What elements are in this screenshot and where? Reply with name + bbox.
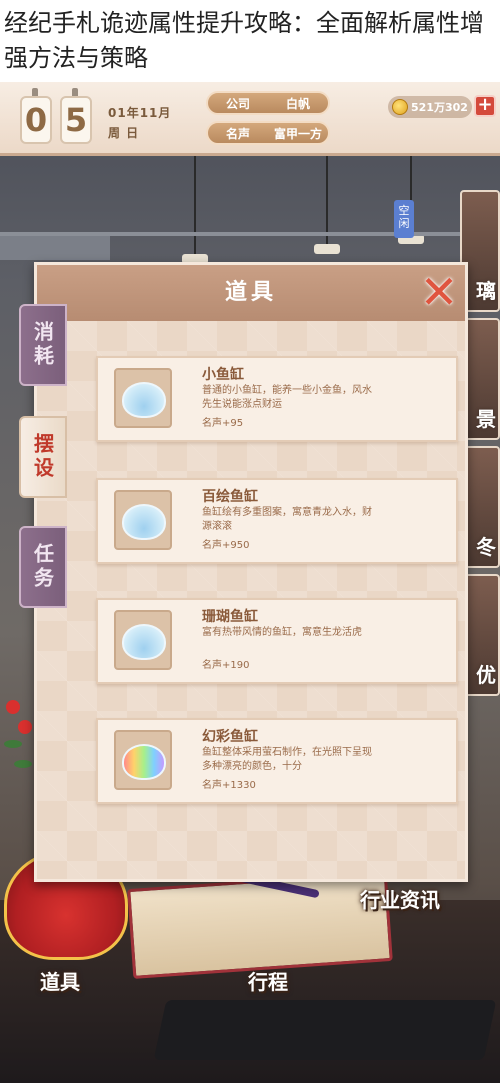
- ceiling-lamp: [314, 244, 340, 254]
- company-pill[interactable]: 公司 白帆: [206, 91, 330, 115]
- date-digit-card: 0: [20, 96, 52, 144]
- lamp-cord: [194, 156, 196, 256]
- coin-icon: [392, 99, 408, 115]
- wall-panel: [0, 232, 110, 260]
- item-name: 百绘鱼缸: [202, 489, 258, 505]
- item-description: 富有热带风情的鱼缸，寓意生龙活虎: [202, 627, 362, 638]
- add-money-button[interactable]: +: [474, 95, 496, 117]
- fishbowl-rainbow-icon: [114, 730, 172, 790]
- article-title: 经纪手札诡迹属性提升攻略：全面解析属性增强方法与策略: [0, 0, 500, 82]
- item-fame-stat: 名声+950: [202, 540, 250, 551]
- flower-icon: [18, 720, 32, 734]
- artist-name: 璃: [476, 279, 496, 303]
- date-month-text: 01年11月: [108, 106, 172, 120]
- item-description: 鱼缸绘有多重图案，寓意青龙入水，财源滚滚: [202, 507, 372, 532]
- tab-tasks[interactable]: 任务: [19, 526, 67, 608]
- close-button[interactable]: ✕: [418, 269, 460, 315]
- item-fame-stat: 名声+190: [202, 660, 250, 671]
- idle-status-tag: 空闲: [394, 200, 414, 238]
- item-name: 珊瑚鱼缸: [202, 609, 258, 625]
- company-value: 白帆: [285, 96, 310, 111]
- money-value: 521万302: [411, 101, 468, 114]
- artist-name: 景: [476, 407, 496, 431]
- item-name: 幻彩鱼缸: [202, 729, 258, 745]
- nav-schedule[interactable]: 行程: [248, 966, 288, 995]
- fishbowl-painted-icon: [114, 490, 172, 550]
- plant-decoration: [0, 690, 36, 810]
- item-card[interactable]: 小鱼缸 普通的小鱼缸，能养一些小金鱼，风水先生说能涨点财运 名声+95: [96, 356, 458, 442]
- fishbowl-plain-icon: [114, 368, 172, 428]
- item-description: 鱼缸整体采用萤石制作，在光照下呈现多种漂亮的颜色，十分: [202, 747, 372, 772]
- date-digit-card: 5: [60, 96, 92, 144]
- keyboard-decoration: [153, 1000, 497, 1060]
- artist-name: 冬: [476, 535, 496, 559]
- fame-label: 名声: [225, 126, 250, 141]
- item-card[interactable]: 幻彩鱼缸 鱼缸整体采用萤石制作，在光照下呈现多种漂亮的颜色，十分 名声+1330: [96, 718, 458, 804]
- item-name: 小鱼缸: [202, 367, 244, 383]
- money-display: 521万302: [388, 96, 472, 118]
- date-weekday-text: 周 日: [108, 126, 140, 140]
- fame-pill[interactable]: 名声 富甲一方: [206, 121, 330, 145]
- company-label: 公司: [225, 96, 250, 111]
- artist-name: 优: [476, 663, 496, 687]
- tab-consumables[interactable]: 消耗: [19, 304, 67, 386]
- item-fame-stat: 名声+1330: [202, 780, 256, 791]
- item-fame-stat: 名声+95: [202, 418, 244, 429]
- notebook-decoration: [127, 871, 393, 979]
- tab-decorations[interactable]: 摆设: [19, 416, 67, 498]
- fame-value: 富甲一方: [273, 126, 322, 141]
- nav-industry-news[interactable]: 行业资讯: [360, 884, 440, 913]
- item-card[interactable]: 百绘鱼缸 鱼缸绘有多重图案，寓意青龙入水，财源滚滚 名声+950: [96, 478, 458, 564]
- nav-props[interactable]: 道具: [40, 966, 80, 995]
- leaf-icon: [14, 760, 32, 768]
- dialog-title: 道具: [37, 265, 465, 321]
- item-card[interactable]: 珊瑚鱼缸 富有热带风情的鱼缸，寓意生龙活虎 名声+190: [96, 598, 458, 684]
- flower-icon: [6, 700, 20, 714]
- wall-trim: [0, 232, 500, 236]
- fishbowl-coral-icon: [114, 610, 172, 670]
- item-description: 普通的小鱼缸，能养一些小金鱼，风水先生说能涨点财运: [202, 385, 372, 410]
- leaf-icon: [4, 740, 22, 748]
